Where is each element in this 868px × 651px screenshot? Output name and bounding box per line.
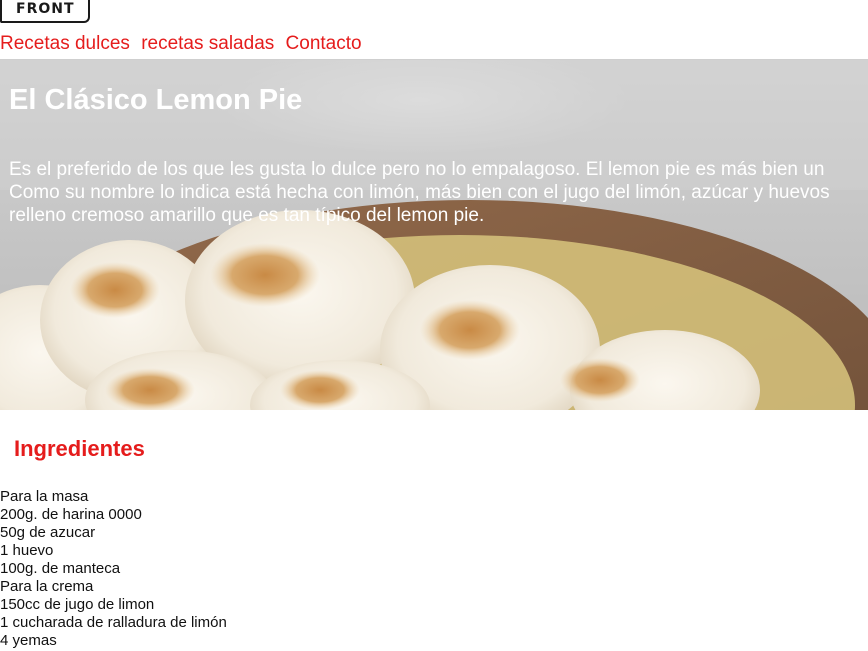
- nav-link-contacto[interactable]: Contacto: [286, 33, 362, 54]
- ingredient-item: 1 huevo: [0, 542, 54, 559]
- recipe-title: El Clásico Lemon Pie: [9, 84, 303, 116]
- logo-text: FRONT: [16, 0, 75, 17]
- ingredient-item: Para la masa: [0, 488, 89, 505]
- ingredient-item: 150cc de jugo de limon: [0, 596, 155, 613]
- site-header: FRONT Recetas dulces recetas saladas Con…: [0, 0, 868, 60]
- ingredients-heading: Ingredientes: [14, 436, 145, 461]
- ingredient-item: Para la crema: [0, 578, 94, 595]
- recipe-description: Es el preferido de los que les gusta lo …: [9, 158, 830, 227]
- hero-banner: El Clásico Lemon Pie Es el preferido de …: [0, 60, 868, 410]
- ingredient-item: 100g. de manteca: [0, 560, 121, 577]
- main-nav: Recetas dulces recetas saladas Contacto: [0, 33, 368, 55]
- description-line: relleno cremoso amarillo que es tan típi…: [9, 205, 485, 226]
- description-line: Como su nombre lo indica está hecha con …: [9, 182, 830, 203]
- front-logo[interactable]: FRONT: [0, 0, 90, 23]
- ingredient-item: 1 cucharada de ralladura de limón: [0, 614, 227, 631]
- ingredient-item: 50g de azucar: [0, 524, 96, 541]
- nav-link-recetas-dulces[interactable]: Recetas dulces: [0, 33, 130, 54]
- description-line: Es el preferido de los que les gusta lo …: [9, 159, 825, 180]
- ingredients-list: Para la masa 200g. de harina 0000 50g de…: [0, 488, 227, 650]
- nav-link-recetas-saladas[interactable]: recetas saladas: [141, 33, 274, 54]
- ingredient-item: 4 yemas: [0, 632, 57, 649]
- ingredient-item: 200g. de harina 0000: [0, 506, 142, 523]
